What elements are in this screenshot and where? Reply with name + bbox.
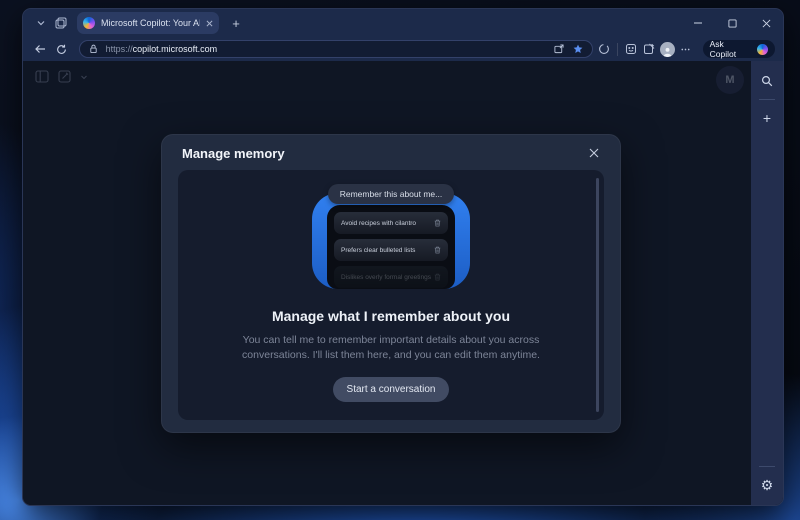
minimize-button[interactable] xyxy=(681,9,715,37)
dialog-heading: Manage what I remember about you xyxy=(272,308,510,324)
url-text: https://copilot.microsoft.com xyxy=(106,44,218,54)
sidebar-settings-gear-icon[interactable]: ⚙ xyxy=(757,475,777,495)
delete-memory-icon[interactable] xyxy=(434,246,441,254)
window-controls xyxy=(681,9,783,37)
panel-scrollbar[interactable] xyxy=(596,178,599,412)
ask-copilot-label: Ask Copilot xyxy=(710,39,753,59)
edge-sidebar-rail: + ⚙ xyxy=(751,61,783,505)
delete-memory-icon[interactable] xyxy=(434,273,441,281)
dialog-description: You can tell me to remember important de… xyxy=(223,333,559,362)
browser-titlebar: Microsoft Copilot: Your AI companion + xyxy=(23,9,783,37)
delete-memory-icon[interactable] xyxy=(434,219,441,227)
rail-divider-top xyxy=(759,99,775,100)
new-tab-button[interactable]: + xyxy=(225,12,247,34)
workspaces-icon[interactable] xyxy=(51,13,71,33)
memory-item-text: Dislikes overly formal greetings xyxy=(341,274,431,281)
dialog-header: Manage memory xyxy=(162,135,620,167)
tab-close-icon[interactable] xyxy=(206,20,213,27)
refresh-icon[interactable] xyxy=(53,40,71,58)
start-conversation-button[interactable]: Start a conversation xyxy=(333,377,450,402)
rail-divider-bottom xyxy=(759,466,775,467)
back-icon[interactable] xyxy=(31,40,49,58)
browser-tab[interactable]: Microsoft Copilot: Your AI companion xyxy=(77,12,219,34)
dialog-title: Manage memory xyxy=(182,146,285,161)
memory-item: Avoid recipes with cilantro xyxy=(334,212,448,234)
copilot-favicon-icon xyxy=(83,17,95,29)
toolbar-divider xyxy=(617,43,618,56)
memory-illustration: Avoid recipes with cilantro Prefers clea… xyxy=(312,193,470,289)
browser-essentials-icon[interactable] xyxy=(597,42,611,56)
memory-item: Dislikes overly formal greetings xyxy=(334,266,448,288)
url-scheme: https:// xyxy=(106,44,133,54)
collections-icon[interactable] xyxy=(642,42,656,56)
remember-bubble: Remember this about me... xyxy=(328,184,455,204)
sidebar-add-icon[interactable]: + xyxy=(757,108,777,128)
sidebar-search-icon[interactable] xyxy=(757,71,777,91)
split-screen-icon[interactable] xyxy=(552,42,566,56)
copilot-logo-icon xyxy=(757,44,768,55)
browser-toolbar: https://copilot.microsoft.com xyxy=(23,37,783,61)
memory-item: Prefers clear bulleted lists xyxy=(334,239,448,261)
maximize-button[interactable] xyxy=(715,9,749,37)
memory-card: Avoid recipes with cilantro Prefers clea… xyxy=(327,205,455,289)
lock-icon[interactable] xyxy=(87,42,101,56)
close-button[interactable] xyxy=(749,9,783,37)
more-menu-icon[interactable] xyxy=(679,42,693,56)
dialog-panel: Remember this about me... Avoid recipes … xyxy=(178,170,604,420)
copilot-page: M + ⚙ Manage memory xyxy=(23,61,783,505)
favorites-star-icon[interactable] xyxy=(571,42,585,56)
url-host: copilot.microsoft.com xyxy=(133,44,218,54)
tab-search-chevron-icon[interactable] xyxy=(31,13,51,33)
manage-memory-dialog: Manage memory Remember this about me... … xyxy=(161,134,621,433)
profile-avatar[interactable] xyxy=(660,42,675,57)
desktop-wallpaper: Microsoft Copilot: Your AI companion + xyxy=(0,0,800,520)
memory-item-text: Prefers clear bulleted lists xyxy=(341,247,415,254)
memory-item-text: Avoid recipes with cilantro xyxy=(341,220,416,227)
ask-copilot-button[interactable]: Ask Copilot xyxy=(703,40,775,58)
feedback-icon[interactable] xyxy=(624,42,638,56)
tab-title: Microsoft Copilot: Your AI companion xyxy=(101,18,200,28)
browser-window: Microsoft Copilot: Your AI companion + xyxy=(22,8,784,506)
address-bar[interactable]: https://copilot.microsoft.com xyxy=(79,40,594,58)
dialog-close-icon[interactable] xyxy=(586,145,602,161)
